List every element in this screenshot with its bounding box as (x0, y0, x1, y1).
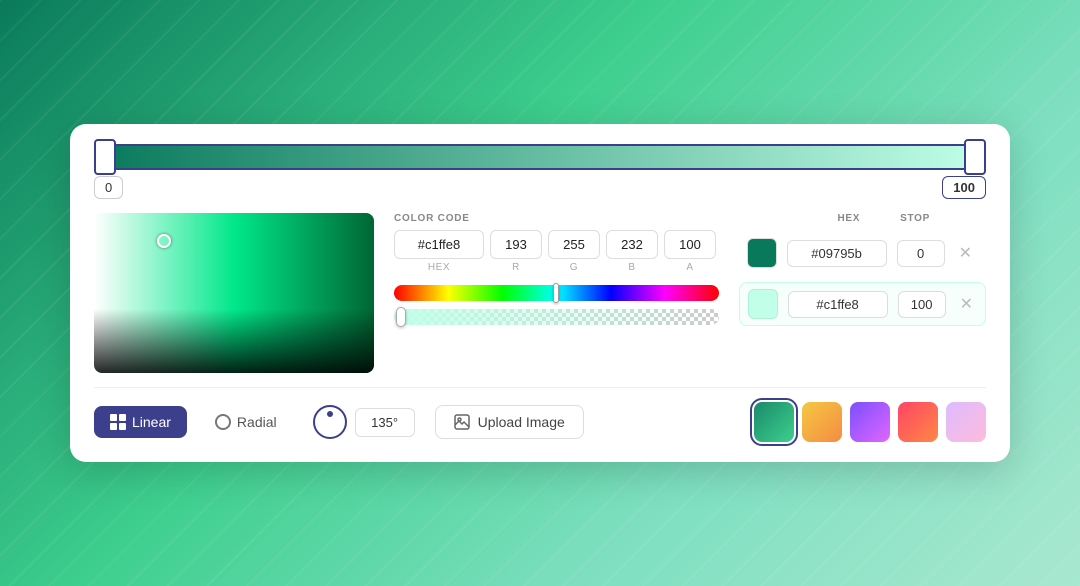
angle-input[interactable] (355, 408, 415, 437)
a-input[interactable] (664, 230, 716, 259)
alpha-slider[interactable] (394, 309, 719, 325)
color-canvas-bg (94, 213, 374, 373)
gradient-thumb-right[interactable] (964, 139, 986, 175)
angle-group (313, 405, 415, 439)
preset-swatch-2[interactable] (802, 402, 842, 442)
main-content: COLOR CODE HEX R G B A (94, 213, 986, 373)
gradient-editor-panel: 0 100 COLOR CODE HEX R G (70, 124, 1010, 462)
canvas-thumb[interactable] (157, 234, 171, 248)
stops-section: HEX STOP ✕ ✕ (739, 213, 986, 334)
stop-row-2: ✕ (739, 282, 986, 326)
g-input[interactable] (548, 230, 600, 259)
stop-hex-1[interactable] (787, 240, 887, 267)
stops-stop-header: STOP (900, 213, 930, 224)
stop-label-max[interactable]: 100 (942, 176, 986, 199)
g-sub-label: G (548, 262, 600, 273)
bottom-toolbar: Linear Radial Upload Image (94, 402, 986, 442)
gradient-track[interactable] (94, 144, 986, 170)
preset-swatch-4[interactable] (898, 402, 938, 442)
hue-thumb[interactable] (553, 283, 559, 303)
gradient-bar-section: 0 100 (94, 144, 986, 199)
linear-label: Linear (132, 414, 171, 430)
upload-label: Upload Image (478, 414, 565, 430)
stop-value-2[interactable] (898, 291, 946, 318)
stop-hex-2[interactable] (788, 291, 888, 318)
color-inputs-row (394, 230, 719, 259)
radial-button[interactable]: Radial (199, 406, 293, 438)
stop-label-min[interactable]: 0 (94, 176, 123, 199)
stops-hex-header: HEX (837, 213, 860, 224)
angle-dial[interactable] (313, 405, 347, 439)
preset-swatch-1[interactable] (754, 402, 794, 442)
hex-input[interactable] (394, 230, 484, 259)
a-sub-label: A (664, 262, 716, 273)
upload-button[interactable]: Upload Image (435, 405, 584, 439)
radial-label: Radial (237, 414, 277, 430)
stop-delete-2[interactable]: ✕ (956, 292, 977, 316)
hue-slider[interactable] (394, 285, 719, 301)
preset-swatches (754, 402, 986, 442)
stop-swatch-2[interactable] (748, 289, 778, 319)
stop-swatch-1[interactable] (747, 238, 777, 268)
preset-swatch-5[interactable] (946, 402, 986, 442)
b-sub-label: B (606, 262, 658, 273)
color-code-label: COLOR CODE (394, 213, 719, 224)
stop-row-1: ✕ (739, 232, 986, 274)
color-canvas[interactable] (94, 213, 374, 373)
input-sub-labels: HEX R G B A (394, 262, 719, 273)
stop-value-1[interactable] (897, 240, 945, 267)
r-input[interactable] (490, 230, 542, 259)
stop-labels: 0 100 (94, 176, 986, 199)
linear-icon (110, 414, 126, 430)
color-code-section: COLOR CODE HEX R G B A (394, 213, 719, 325)
b-input[interactable] (606, 230, 658, 259)
divider (94, 387, 986, 388)
preset-swatch-3[interactable] (850, 402, 890, 442)
stops-header: HEX STOP (739, 213, 986, 224)
alpha-thumb[interactable] (396, 307, 406, 327)
angle-dial-dot (327, 411, 333, 417)
gradient-thumb-left[interactable] (94, 139, 116, 175)
upload-icon (454, 414, 470, 430)
r-sub-label: R (490, 262, 542, 273)
radial-icon (215, 414, 231, 430)
stop-delete-1[interactable]: ✕ (955, 241, 976, 265)
hex-sub-label: HEX (394, 262, 484, 273)
linear-button[interactable]: Linear (94, 406, 187, 438)
